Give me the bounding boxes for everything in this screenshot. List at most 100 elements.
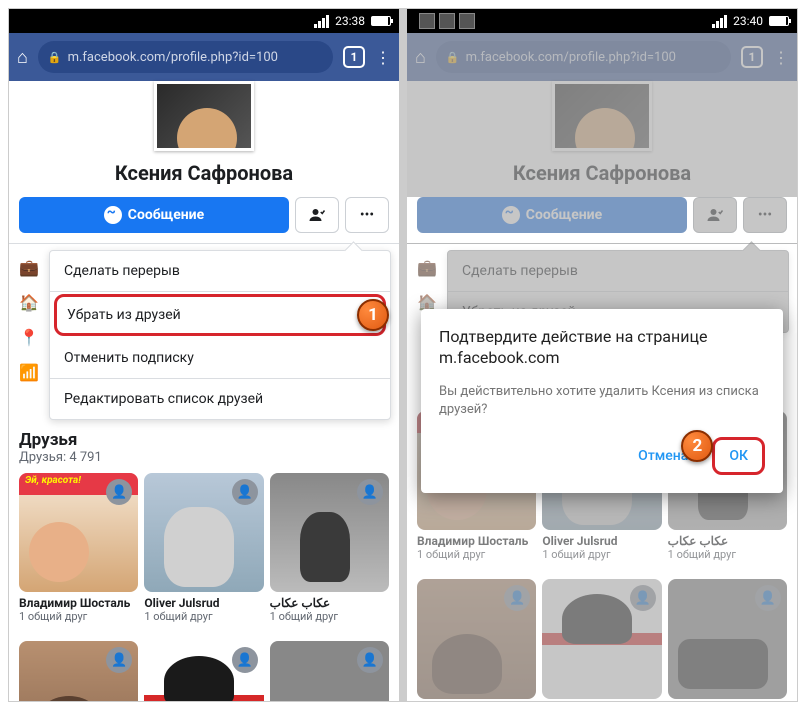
friend-card[interactable]: 👤 عكاب عكاب 1 общий друг — [270, 473, 389, 623]
friend-mutual: 1 общий друг — [542, 548, 661, 561]
dropdown-unfollow[interactable]: Отменить подписку — [50, 338, 390, 379]
side-icons: 💼 🏠 📍 📶 — [9, 244, 49, 430]
friend-card[interactable]: 👤 — [270, 641, 389, 701]
friend-name: Oliver Julsrud — [144, 596, 263, 610]
action-bar: Сообщение ••• — [407, 197, 797, 244]
profile-picture[interactable] — [552, 81, 652, 151]
friend-card[interactable]: 👤 — [668, 579, 787, 698]
url-bar[interactable]: 🔒 m.facebook.com/profile.php?id=100 — [436, 41, 731, 73]
confirm-dialog: Подтвердите действие на странице m.faceb… — [421, 309, 783, 493]
friend-card[interactable]: 👤 Oliver Julsrud 1 общий друг — [144, 473, 263, 623]
step-badge-2: 2 — [681, 430, 713, 462]
friends-row-2: 👤 👤 👤 — [407, 579, 797, 698]
signal-icon — [712, 15, 727, 28]
battery-icon — [371, 16, 391, 26]
lock-icon: 🔒 — [446, 51, 460, 64]
profile-body: 💼 🏠 📍 📶 Сделать перерыв Убрать из друзей… — [9, 244, 399, 430]
dialog-actions: Отмена ОК 2 — [439, 437, 765, 475]
pin-icon: 📍 — [19, 328, 39, 347]
more-button[interactable]: ••• — [743, 197, 787, 233]
dropdown-take-break[interactable]: Сделать перерыв — [50, 251, 390, 292]
profile-name: Ксения Сафронова — [407, 161, 797, 185]
profile-header: Ксения Сафронова — [407, 81, 797, 197]
status-bar: 23:38 — [9, 9, 399, 33]
phone-right: 23:40 ⌂ 🔒 m.facebook.com/profile.php?id=… — [407, 9, 797, 701]
friend-status-button[interactable] — [693, 197, 737, 233]
friend-card[interactable]: Эй, красота! 👤 Владимир Шосталь 1 общий … — [19, 473, 138, 623]
phone-left: 23:38 ⌂ 🔒 m.facebook.com/profile.php?id=… — [9, 9, 399, 701]
house-icon: 🏠 — [19, 293, 39, 312]
signal-icon — [314, 15, 329, 28]
dropdown-edit-list[interactable]: Редактировать список друзей — [50, 379, 390, 419]
friend-card[interactable]: 👤 — [19, 641, 138, 701]
friend-mutual: 1 общий друг — [417, 548, 536, 561]
lock-icon: 🔒 — [48, 51, 62, 64]
home-icon[interactable]: ⌂ — [17, 47, 28, 68]
friend-card[interactable]: 👤 — [542, 579, 661, 698]
friends-count: Друзья: 4 791 — [19, 450, 389, 465]
friends-title: Друзья — [19, 430, 389, 450]
browser-menu-icon[interactable]: ⋮ — [375, 48, 391, 67]
friend-name: عكاب عكاب — [668, 534, 787, 548]
friend-mutual: 1 общий друг — [668, 548, 787, 561]
friend-mutual: 1 общий друг — [19, 610, 138, 623]
friends-row-2: 👤 👤 👤 — [9, 641, 399, 701]
action-bar: Сообщение ••• — [9, 197, 399, 244]
status-app-icons — [419, 13, 475, 29]
notif-icon — [419, 13, 435, 29]
add-friend-icon[interactable]: 👤 — [630, 585, 656, 611]
add-friend-icon[interactable]: 👤 — [504, 585, 530, 611]
url-text: m.facebook.com/profile.php?id=100 — [466, 50, 676, 65]
add-friend-icon[interactable]: 👤 — [232, 647, 258, 673]
friends-section: Друзья Друзья: 4 791 Эй, красота! 👤 Влад… — [9, 430, 399, 633]
step-badge-1: 1 — [357, 299, 389, 331]
url-text: m.facebook.com/profile.php?id=100 — [68, 50, 278, 65]
friends-grid: Эй, красота! 👤 Владимир Шосталь 1 общий … — [19, 473, 389, 623]
friend-status-button[interactable] — [295, 197, 339, 233]
add-friend-icon[interactable]: 👤 — [232, 479, 258, 505]
dropdown-take-break[interactable]: Сделать перерыв — [448, 251, 788, 292]
friend-name: عكاب عكاب — [270, 596, 389, 610]
rss-icon: 📶 — [19, 363, 39, 382]
notif-icon — [459, 13, 475, 29]
add-friend-icon[interactable]: 👤 — [755, 585, 781, 611]
friend-name: Oliver Julsrud — [542, 534, 661, 548]
dialog-title: Подтвердите действие на странице m.faceb… — [439, 327, 765, 369]
friend-card[interactable]: 👤 — [144, 641, 263, 701]
friend-dropdown: Сделать перерыв Убрать из друзей 1 Отмен… — [49, 250, 391, 420]
messenger-icon — [502, 206, 520, 224]
tab-count[interactable]: 1 — [741, 46, 763, 68]
status-time: 23:38 — [335, 14, 365, 28]
browser-bar: ⌂ 🔒 m.facebook.com/profile.php?id=100 1 … — [9, 33, 399, 81]
profile-header: Ксения Сафронова — [9, 81, 399, 197]
profile-name: Ксения Сафронова — [9, 161, 399, 185]
notif-icon — [439, 13, 455, 29]
message-button[interactable]: Сообщение — [19, 197, 289, 233]
message-button[interactable]: Сообщение — [417, 197, 687, 233]
briefcase-icon: 💼 — [19, 258, 39, 277]
message-label: Сообщение — [526, 207, 602, 223]
screenshot-pair: 23:38 ⌂ 🔒 m.facebook.com/profile.php?id=… — [8, 8, 798, 702]
profile-picture[interactable] — [154, 81, 254, 151]
home-icon[interactable]: ⌂ — [415, 47, 426, 68]
dialog-ok-button[interactable]: ОК 2 — [712, 437, 765, 475]
friend-name: Владимир Шосталь — [417, 534, 536, 548]
battery-icon — [769, 16, 789, 26]
more-button[interactable]: ••• — [345, 197, 389, 233]
friend-card[interactable]: 👤 — [417, 579, 536, 698]
messenger-icon — [104, 206, 122, 224]
briefcase-icon: 💼 — [417, 258, 437, 277]
message-label: Сообщение — [128, 207, 204, 223]
status-bar: 23:40 — [407, 9, 797, 33]
dialog-message: Вы действительно хотите удалить Ксения и… — [439, 383, 765, 419]
dropdown-unfriend[interactable]: Убрать из друзей 1 — [54, 294, 386, 336]
friend-mutual: 1 общий друг — [270, 610, 389, 623]
friend-name: Владимир Шосталь — [19, 596, 138, 610]
status-time: 23:40 — [733, 14, 763, 28]
browser-menu-icon[interactable]: ⋮ — [773, 48, 789, 67]
browser-bar: ⌂ 🔒 m.facebook.com/profile.php?id=100 1 … — [407, 33, 797, 81]
tab-count[interactable]: 1 — [343, 46, 365, 68]
friend-mutual: 1 общий друг — [144, 610, 263, 623]
add-friend-icon[interactable]: 👤 — [357, 479, 383, 505]
url-bar[interactable]: 🔒 m.facebook.com/profile.php?id=100 — [38, 41, 333, 73]
